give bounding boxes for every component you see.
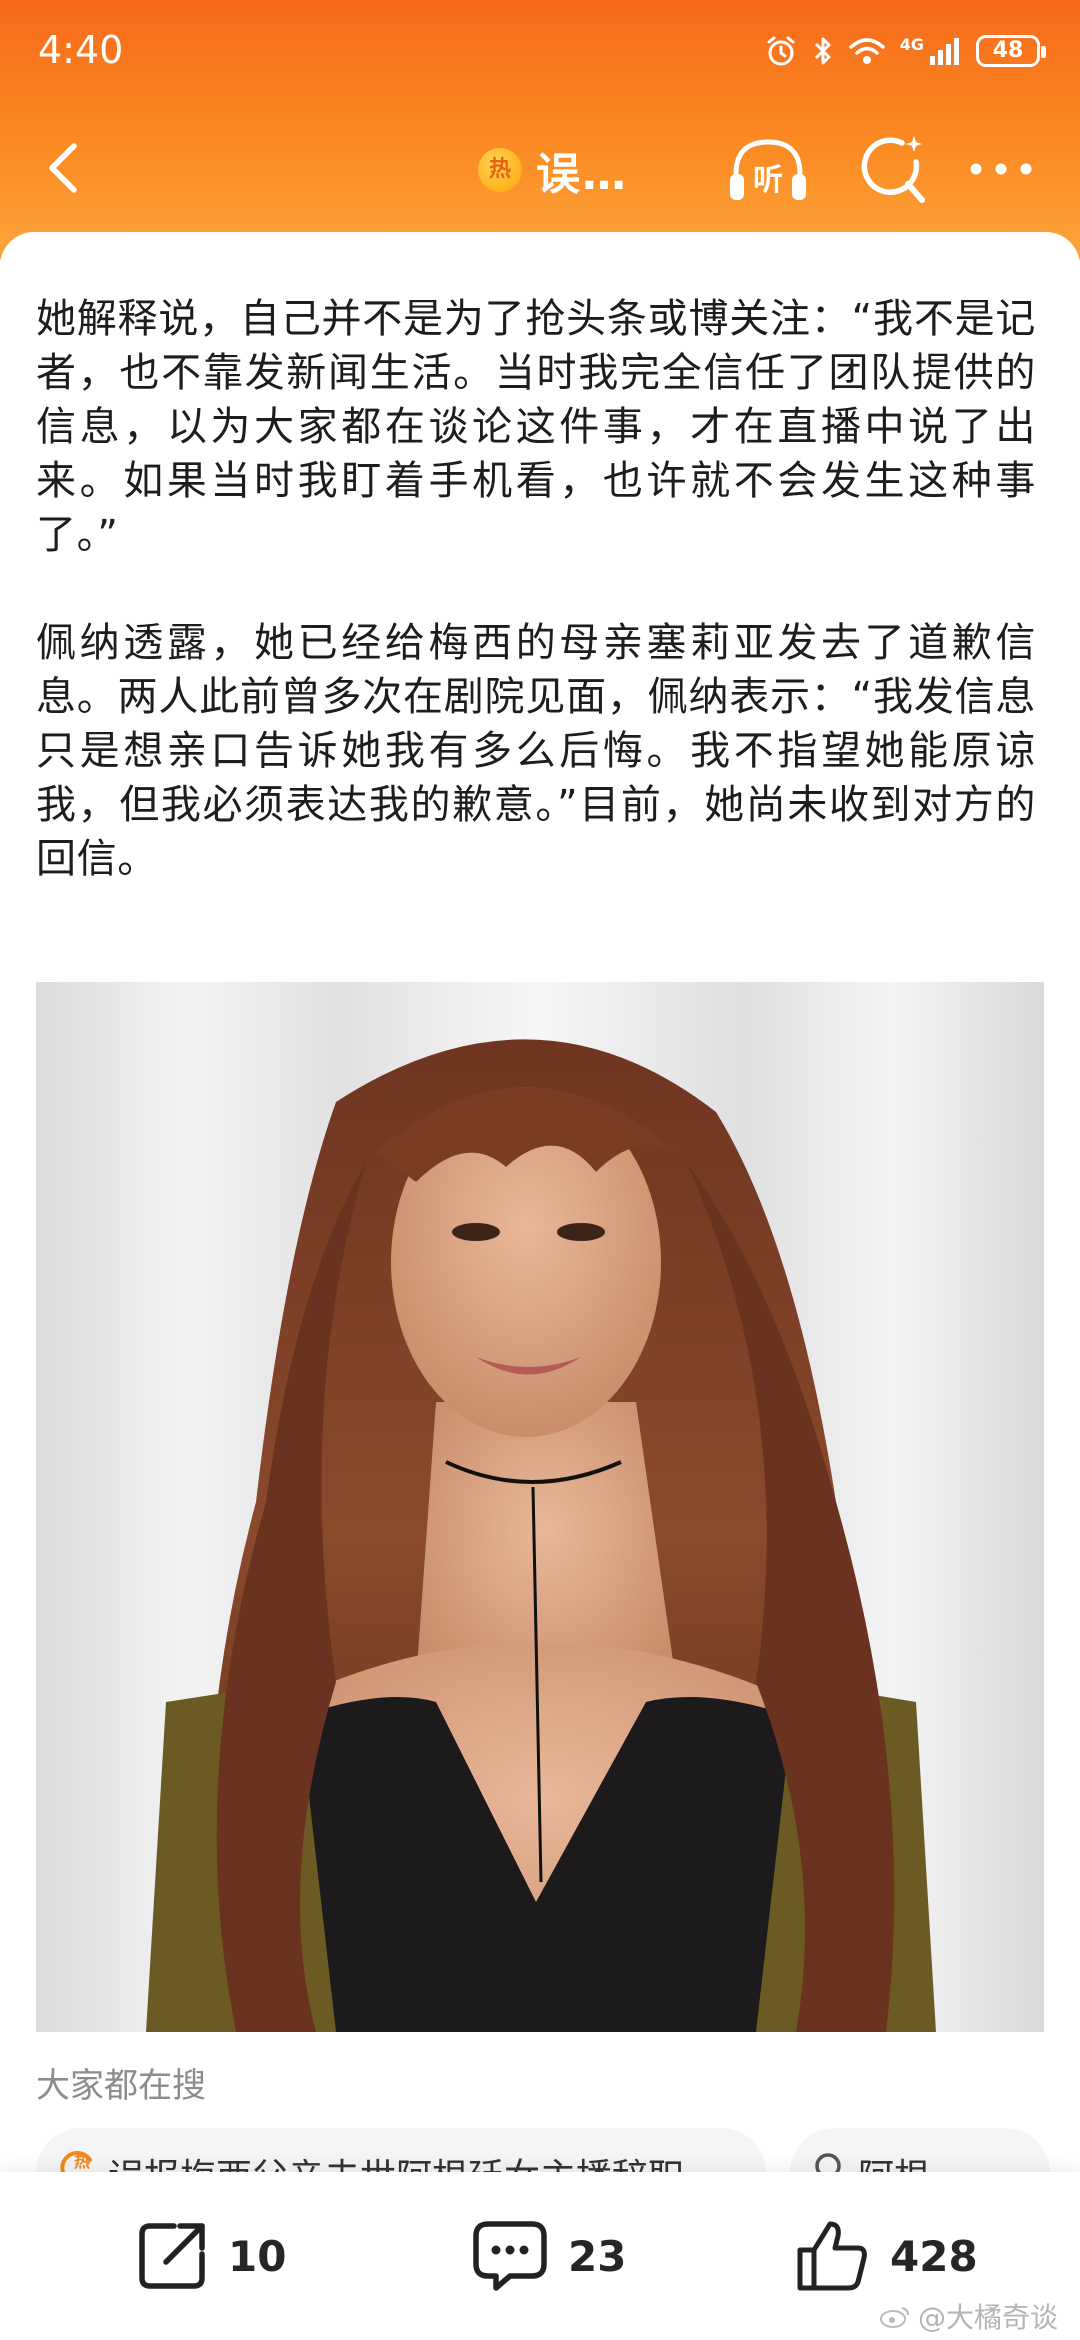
hot-search-text: 误报梅西父亲去世阿根廷女主播辞职 [108, 2148, 684, 2172]
hot-search-chip[interactable]: 阿根 [790, 2128, 1050, 2172]
listen-label: 听 [753, 163, 783, 198]
like-count: 428 [890, 2231, 978, 2281]
content-card: 她解释说，自己并不是为了抢头条或博关注：“我不是记者，也不靠发新闻生活。当时我完… [0, 232, 1080, 2172]
nav-bar: 热 误… 听 [0, 120, 1080, 220]
hot-search-label: 大家都在搜 [36, 2066, 206, 2106]
hot-search-badge: 热 [74, 2152, 90, 2171]
status-bar: 4:40 4G 48 [0, 0, 1080, 104]
share-count: 10 [228, 2231, 287, 2281]
portrait-image [36, 982, 1044, 2032]
hot-search-icon: 热 [60, 2151, 92, 2172]
watermark-text: @大橘奇谈 [917, 2301, 1058, 2334]
bluetooth-icon [814, 37, 831, 65]
status-time: 4:40 [38, 28, 124, 72]
app-header: 4:40 4G 48 热 误… 听 [0, 0, 1080, 260]
weibo-logo-icon [879, 2307, 909, 2328]
alarm-icon [767, 36, 795, 66]
like-button[interactable]: 428 [792, 2216, 978, 2296]
network-type: 4G [899, 34, 924, 54]
comment-button[interactable]: 23 [470, 2216, 626, 2296]
hot-search-chip[interactable]: 热 误报梅西父亲去世阿根廷女主播辞职 [36, 2128, 766, 2172]
share-icon [139, 2223, 205, 2289]
article-photo[interactable] [36, 982, 1044, 2032]
comment-icon [473, 2221, 547, 2291]
watermark: @大橘奇谈 [879, 2296, 1058, 2336]
headphones-listen-icon[interactable]: 听 [726, 134, 810, 208]
thumbs-up-icon [797, 2221, 867, 2291]
article-body: 她解释说，自己并不是为了抢头条或博关注：“我不是记者，也不靠发新闻生活。当时我完… [36, 292, 1036, 886]
article-paragraph: 她解释说，自己并不是为了抢头条或博关注：“我不是记者，也不靠发新闻生活。当时我完… [36, 296, 1036, 558]
hot-search-text: 阿根 [858, 2148, 930, 2172]
share-button[interactable]: 10 [134, 2216, 286, 2296]
hot-badge-icon: 热 [478, 148, 522, 192]
bottom-action-bar: 10 23 428 @大橘奇谈 [0, 2172, 1080, 2340]
wifi-icon [848, 38, 885, 64]
search-icon[interactable] [856, 132, 928, 208]
nav-title-group[interactable]: 热 误… [478, 142, 628, 200]
more-options-icon[interactable] [966, 156, 1036, 182]
search-icon [815, 2153, 841, 2172]
article-paragraph: 佩纳透露，她已经给梅西的母亲塞莉亚发去了道歉信息。两人此前曾多次在剧院见面，佩纳… [36, 620, 1036, 882]
status-icons: 4G 48 [764, 30, 1046, 72]
signal-icon [930, 38, 959, 65]
page-title: 误… [536, 149, 628, 200]
comment-count: 23 [568, 2231, 627, 2281]
back-arrow-icon[interactable] [36, 138, 96, 198]
battery-indicator: 48 [976, 35, 1046, 67]
